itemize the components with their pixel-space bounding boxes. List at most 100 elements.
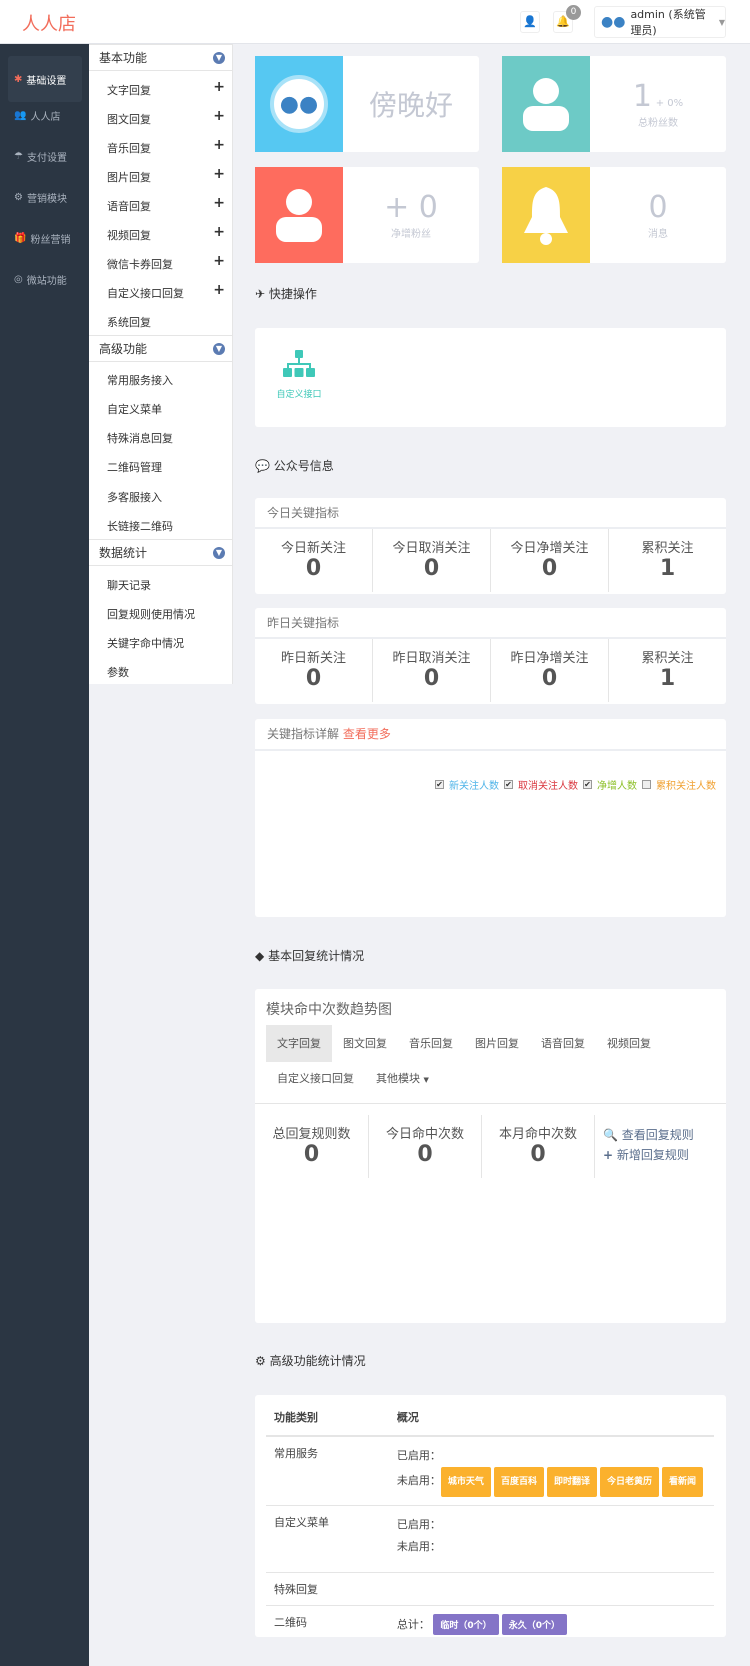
lifebuoy-icon: ◎ (14, 273, 23, 285)
module-hits-card: 模块命中次数趋势图 文字回复 图文回复 音乐回复 图片回复 语音回复 视频回复 自定义接口… (255, 989, 726, 1323)
item-label: 常用服务接入 (107, 374, 173, 387)
gift-icon: 🎁 (14, 232, 27, 244)
group-title: 高级功能 (99, 342, 148, 356)
view-rules-link[interactable]: 🔍 查看回复规则 (603, 1125, 694, 1145)
tab-news-reply[interactable]: 图文回复 (332, 1025, 398, 1062)
submenu-item[interactable]: 关键字命中情况 (107, 635, 225, 651)
account-info-heading: 💬 公众号信息 (255, 457, 334, 474)
user-menu[interactable]: ●● admin (系统管理员) ▼ (594, 6, 726, 38)
messages-card: 0 消息 (502, 167, 726, 263)
submenu-item[interactable]: 自定义接口回复 + (107, 283, 225, 301)
wechat-icon: ●● (255, 56, 343, 152)
net-fans-label: 净增粉丝 (391, 229, 431, 240)
sidebar-item-marketing[interactable]: ⚙ 营销模块 (8, 179, 82, 215)
checkbox-net[interactable]: ✔ (583, 780, 592, 789)
submenu-item[interactable]: 长链接二维码 (107, 518, 225, 534)
submenu-item[interactable]: 回复规则使用情况 (107, 606, 225, 622)
tab-voice-reply[interactable]: 语音回复 (530, 1025, 596, 1062)
user-icon[interactable]: 👤 (520, 11, 540, 33)
kpi-label: 今日取消关注 (392, 541, 471, 556)
submenu-group-stats[interactable]: 数据统计 ▼ (89, 539, 233, 566)
checkbox-new-fans[interactable]: ✔ (435, 780, 444, 789)
submenu-item[interactable]: 特殊消息回复 (107, 430, 225, 446)
submenu-item[interactable]: 多客服接入 (107, 489, 225, 505)
checkbox-cumulative[interactable] (642, 780, 651, 789)
kpi-value: 0 (305, 666, 322, 691)
tab-music-reply[interactable]: 音乐回复 (398, 1025, 464, 1062)
chevron-down-icon: ▼ (213, 342, 225, 355)
plus-icon[interactable]: + (213, 283, 225, 301)
brand-logo[interactable]: 人人店 (22, 10, 76, 36)
submenu-item[interactable]: 系统回复 (107, 314, 225, 330)
submenu-item[interactable]: 微信卡券回复 + (107, 254, 225, 272)
user-name: admin (系统管理员) (630, 8, 706, 37)
sidebar-item-basic-settings[interactable]: ✱ 基础设置 (8, 56, 82, 102)
item-label: 参数 (107, 666, 129, 679)
sidebar-item-fans-marketing[interactable]: 🎁 粉丝营销 (8, 220, 82, 256)
item-label: 图片回复 (107, 171, 151, 184)
custom-interface-shortcut[interactable]: 自定义接口 (275, 350, 323, 400)
service-tag[interactable]: 看新闻 (661, 1467, 703, 1497)
submenu-item[interactable]: 自定义菜单 (107, 401, 225, 417)
kpi-value: 0 (541, 666, 558, 691)
tab-other-modules[interactable]: 其他模块 ▼ (365, 1062, 440, 1096)
kpi-label: 昨日新关注 (280, 651, 346, 666)
permanent-qr-tag[interactable]: 永久（0个） (501, 1614, 567, 1635)
submenu-item[interactable]: 图文回复 + (107, 109, 225, 127)
sidebar-item-microsite[interactable]: ◎ 微站功能 (8, 261, 82, 297)
submenu-item[interactable]: 音乐回复 + (107, 138, 225, 156)
submenu-item[interactable]: 文字回复 + (107, 80, 225, 98)
kpi-value: 1 (659, 556, 676, 581)
tab-video-reply[interactable]: 视频回复 (596, 1025, 662, 1062)
submenu-item[interactable]: 参数 (107, 664, 225, 680)
plus-icon[interactable]: + (213, 225, 225, 243)
kpi-label: 累积关注 (641, 651, 694, 666)
plus-icon[interactable]: + (213, 138, 225, 156)
main-sidebar: ✱ 基础设置 👥 人人店 ☂ 支付设置 ⚙ 营销模块 🎁 粉丝营销 ◎ 微站功能 (0, 44, 89, 1666)
kpi-value: 0 (417, 1142, 433, 1167)
sidebar-item-shop[interactable]: 👥 人人店 (8, 97, 82, 133)
submenu-item[interactable]: 视频回复 + (107, 225, 225, 243)
submenu-item[interactable]: 二维码管理 (107, 459, 225, 475)
add-rule-link[interactable]: + 新增回复规则 (603, 1145, 694, 1165)
link-text: 新增回复规则 (616, 1148, 689, 1162)
kpi-item: 累积关注 1 (608, 639, 726, 702)
service-tag[interactable]: 即时翻译 (546, 1467, 597, 1497)
submenu-group-basic[interactable]: 基本功能 ▼ (89, 44, 233, 71)
plus-icon[interactable]: + (213, 167, 225, 185)
submenu-item[interactable]: 聊天记录 (107, 577, 225, 593)
chart-legend: ✔ 新关注人数 ✔ 取消关注人数 ✔ 净增人数 累积关注人数 (435, 777, 716, 792)
sidebar-item-payment[interactable]: ☂ 支付设置 (8, 138, 82, 174)
disabled-label: 未启用： (396, 1540, 441, 1553)
item-label: 微信卡券回复 (107, 258, 173, 271)
tab-image-reply[interactable]: 图片回复 (464, 1025, 530, 1062)
plus-icon[interactable]: + (213, 196, 225, 214)
temporary-qr-tag[interactable]: 临时（0个） (433, 1614, 499, 1635)
service-tag[interactable]: 百度百科 (493, 1467, 544, 1497)
card-title: 模块命中次数趋势图 (266, 1002, 392, 1018)
submenu-group-advanced[interactable]: 高级功能 ▼ (89, 335, 233, 362)
checkbox-unfollow[interactable]: ✔ (504, 780, 513, 789)
group-title: 数据统计 (99, 546, 148, 560)
plus-icon[interactable]: + (213, 80, 225, 98)
submenu: 基本功能 ▼ 文字回复 + 图文回复 + 音乐回复 + 图片回复 + 语音回复 + 视频回复… (89, 44, 233, 684)
service-tag[interactable]: 城市天气 (440, 1467, 491, 1497)
total-label: 总计： (396, 1618, 430, 1631)
diamond-icon: ◆ (255, 949, 265, 963)
kpi-item: 累积关注 1 (608, 529, 726, 592)
plus-icon[interactable]: + (213, 109, 225, 127)
caret-down-icon: ▼ (423, 1076, 429, 1084)
row-label: 常用服务 (266, 1436, 389, 1506)
kpi-value: 0 (541, 556, 558, 581)
submenu-item[interactable]: 语音回复 + (107, 196, 225, 214)
kpi-label: 今日命中次数 (385, 1127, 464, 1142)
tab-text-reply[interactable]: 文字回复 (266, 1025, 332, 1062)
tab-custom-interface[interactable]: 自定义接口回复 (266, 1062, 365, 1096)
service-tag[interactable]: 今日老黄历 (599, 1467, 659, 1497)
plus-icon[interactable]: + (213, 254, 225, 272)
fans-percent: + 0% (655, 98, 684, 109)
view-more-link[interactable]: 查看更多 (343, 727, 391, 741)
sidebar-label: 粉丝营销 (30, 234, 71, 246)
submenu-item[interactable]: 常用服务接入 (107, 372, 225, 388)
submenu-item[interactable]: 图片回复 + (107, 167, 225, 185)
